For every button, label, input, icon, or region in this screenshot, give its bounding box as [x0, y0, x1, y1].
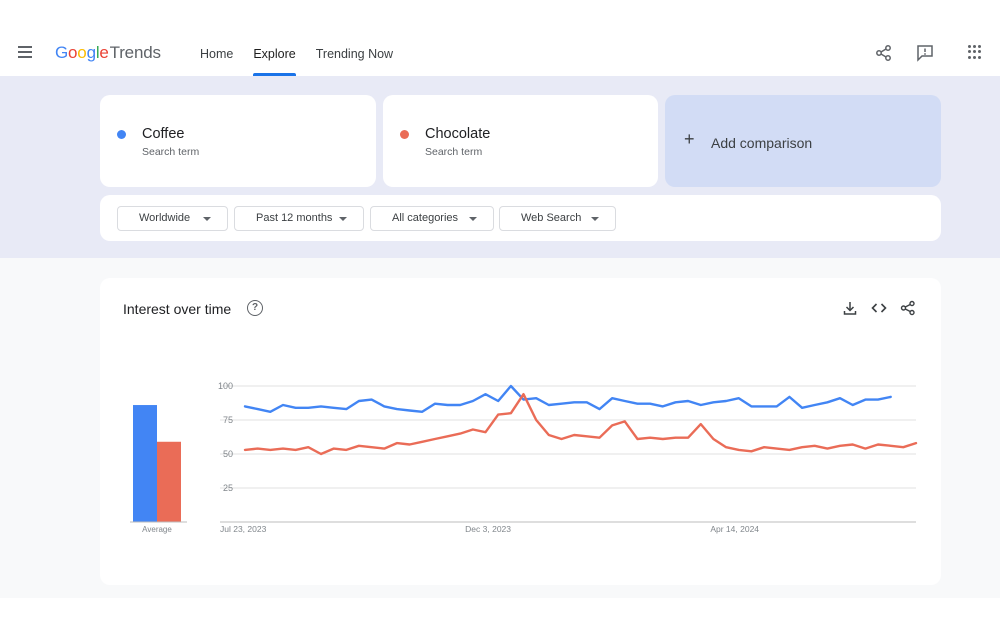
- average-bar: [157, 441, 181, 522]
- term-subtitle: Search term: [142, 146, 200, 158]
- filters-bar: Worldwide Past 12 months All categories …: [100, 195, 941, 241]
- filter-label: Past 12 months: [256, 212, 333, 224]
- y-tick-label: 75: [223, 415, 233, 425]
- filter-search-type[interactable]: Web Search: [499, 206, 616, 231]
- apps-icon[interactable]: [966, 43, 984, 61]
- filter-location[interactable]: Worldwide: [117, 206, 228, 231]
- term-name[interactable]: Coffee: [142, 126, 184, 142]
- logo-letter: g: [86, 43, 96, 62]
- main-nav: Home Explore Trending Now: [190, 36, 403, 76]
- nav-trending-now[interactable]: Trending Now: [306, 36, 403, 76]
- y-tick-label: 25: [223, 483, 233, 493]
- term-card-coffee[interactable]: Coffee Search term: [100, 95, 376, 187]
- series-color-dot: [400, 130, 409, 139]
- logo-letter: o: [68, 43, 78, 62]
- chevron-down-icon: [469, 217, 477, 221]
- filter-time-range[interactable]: Past 12 months: [234, 206, 364, 231]
- x-tick-label: Apr 14, 2024: [710, 524, 759, 534]
- y-tick-label: 100: [218, 381, 233, 391]
- chevron-down-icon: [339, 217, 347, 221]
- nav-home[interactable]: Home: [190, 36, 243, 76]
- term-name[interactable]: Chocolate: [425, 126, 490, 142]
- logo-letter: e: [99, 43, 109, 62]
- x-tick-label: Jul 23, 2023: [220, 524, 267, 534]
- term-card-chocolate[interactable]: Chocolate Search term: [383, 95, 658, 187]
- add-comparison-label: Add comparison: [711, 135, 813, 151]
- google-trends-logo[interactable]: GoogleTrends: [55, 43, 161, 63]
- y-tick-label: 50: [223, 449, 233, 459]
- chevron-down-icon: [203, 217, 211, 221]
- filter-label: Web Search: [521, 212, 582, 224]
- term-subtitle: Search term: [425, 146, 483, 158]
- feedback-icon[interactable]: [916, 44, 934, 62]
- nav-explore[interactable]: Explore: [243, 36, 305, 76]
- series-line: [243, 384, 892, 414]
- chevron-down-icon: [591, 217, 599, 221]
- filter-category[interactable]: All categories: [370, 206, 494, 231]
- logo-letter: G: [55, 43, 69, 62]
- filter-label: Worldwide: [139, 212, 191, 224]
- logo-suffix: Trends: [109, 43, 161, 62]
- interest-over-time-card: Interest over time ? 100 75 50 25 Average Jul…: [100, 278, 941, 585]
- average-bar: [133, 405, 157, 522]
- add-comparison-button[interactable]: + Add comparison: [665, 95, 941, 187]
- x-tick-label: Dec 3, 2023: [465, 524, 511, 534]
- average-label: Average: [142, 525, 172, 534]
- series-color-dot: [117, 130, 126, 139]
- menu-icon[interactable]: [18, 46, 34, 58]
- filter-label: All categories: [392, 212, 459, 224]
- interest-chart: 100 75 50 25 Average Jul 23, 2023 Dec 3, 2023 A…: [130, 381, 918, 534]
- page-footer-area: [0, 598, 1000, 630]
- logo-letter: o: [77, 43, 87, 62]
- app-header: GoogleTrends Home Explore Trending Now: [0, 0, 1000, 76]
- share-icon[interactable]: [875, 44, 893, 62]
- plus-icon: +: [684, 129, 695, 149]
